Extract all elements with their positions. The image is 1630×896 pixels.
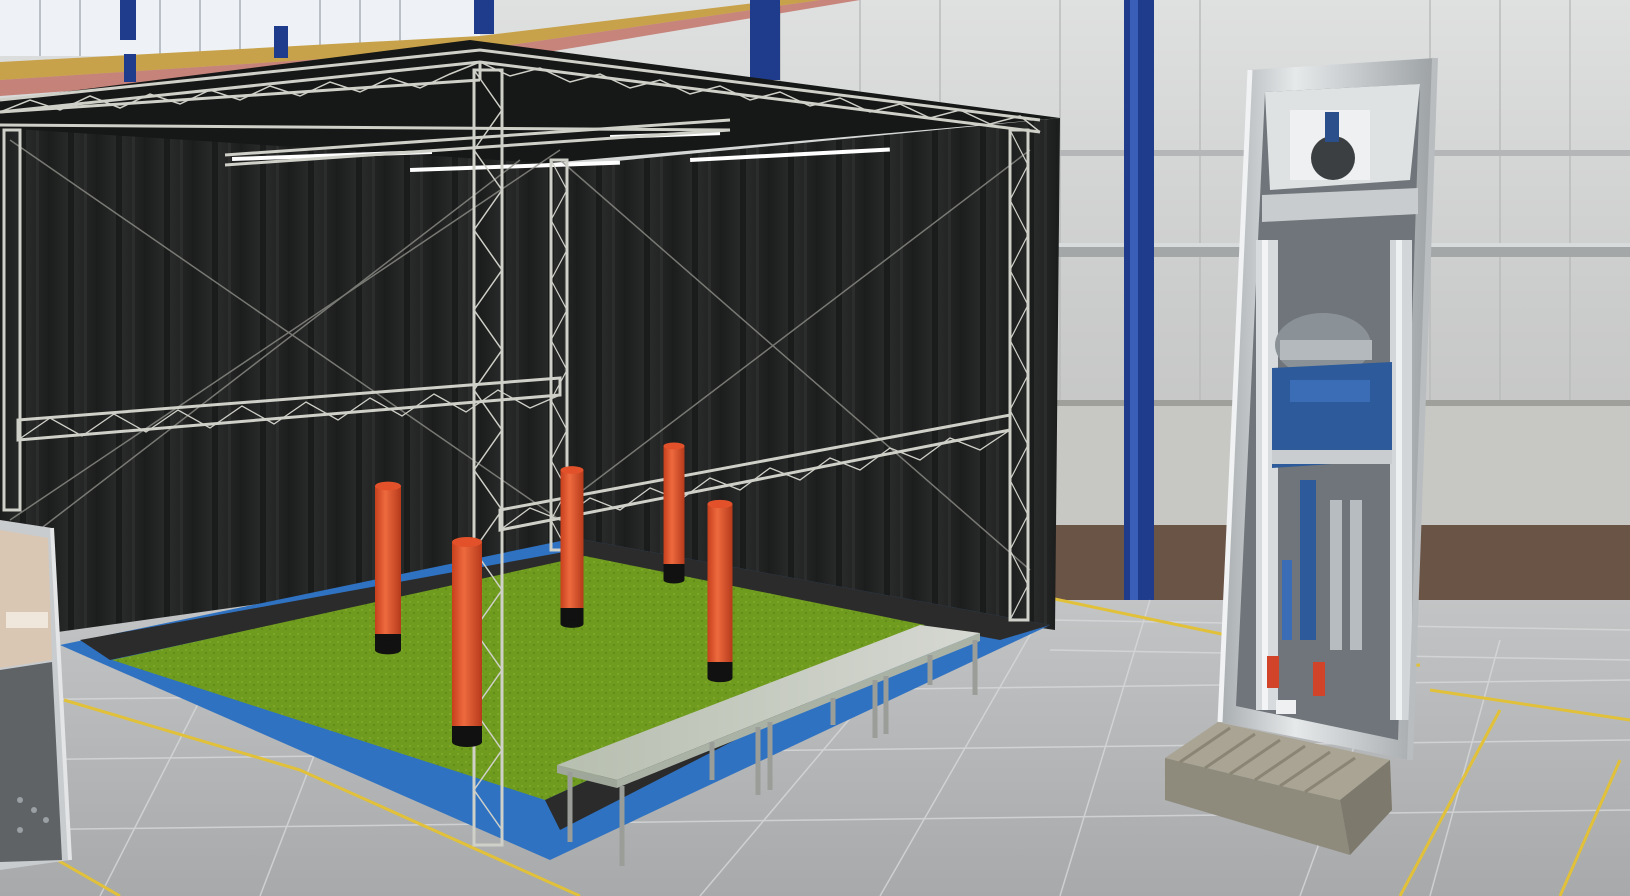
- orange-pillar: [663, 442, 685, 584]
- orange-pillar: [375, 481, 401, 655]
- warehouse-3d-scene: [0, 0, 1630, 896]
- orange-pillar: [452, 537, 482, 747]
- orange-pillar: [707, 499, 733, 683]
- blue-column: [120, 0, 136, 40]
- blue-column: [750, 0, 780, 80]
- orange-pillar: [560, 466, 584, 628]
- blue-column: [1124, 0, 1154, 610]
